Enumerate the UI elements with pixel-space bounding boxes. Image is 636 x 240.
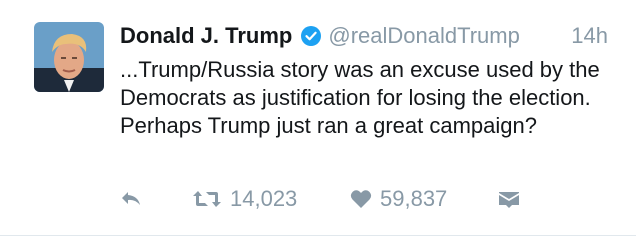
direct-message-button[interactable]	[498, 184, 528, 214]
retweet-button[interactable]: 14,023	[192, 184, 297, 214]
verified-badge-icon	[300, 25, 322, 47]
retweet-icon	[192, 189, 222, 209]
retweet-count: 14,023	[230, 186, 298, 211]
tweet-card[interactable]: Donald J. Trump @realDonaldTrump 14h ...…	[0, 0, 636, 240]
avatar-image	[34, 22, 104, 92]
like-button[interactable]: 59,837	[350, 184, 447, 214]
tweet-header: Donald J. Trump @realDonaldTrump 14h	[120, 22, 616, 50]
author-name[interactable]: Donald J. Trump	[120, 23, 292, 49]
tweet-actions: 14,023 59,837	[120, 184, 540, 214]
reply-button[interactable]	[120, 184, 150, 214]
direct-message-icon	[498, 189, 520, 209]
heart-icon	[350, 189, 372, 209]
divider	[0, 235, 636, 236]
like-count: 59,837	[380, 186, 448, 211]
avatar[interactable]	[34, 22, 104, 92]
tweet-timestamp[interactable]: 14h	[571, 23, 608, 49]
author-handle[interactable]: @realDonaldTrump	[328, 23, 519, 49]
tweet-text: ...Trump/Russia story was an excuse used…	[120, 57, 600, 138]
reply-icon	[120, 189, 142, 209]
